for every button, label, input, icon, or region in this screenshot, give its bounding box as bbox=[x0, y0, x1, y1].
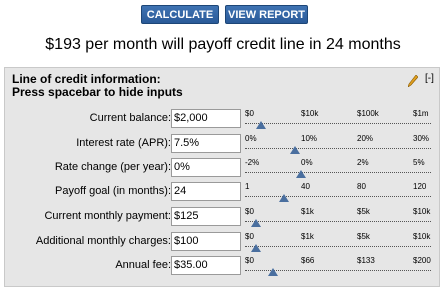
input-row: Interest rate (APR): 7.5% 0% 10% 20% 30% bbox=[5, 134, 441, 154]
slider-thumb[interactable] bbox=[251, 244, 261, 252]
field-input[interactable]: 0% bbox=[171, 158, 241, 177]
slider-thumb[interactable] bbox=[251, 219, 261, 227]
toolbar: CALCULATE VIEW REPORT bbox=[0, 5, 446, 25]
slider-tick-label: $5k bbox=[357, 232, 370, 241]
slider-tick-label: 20% bbox=[357, 134, 374, 143]
field-input[interactable]: 7.5% bbox=[171, 134, 241, 153]
slider-tick-label: $200 bbox=[413, 256, 431, 265]
slider-track[interactable] bbox=[245, 123, 431, 124]
slider-thumb[interactable] bbox=[268, 268, 278, 276]
slider-tick-label: $1m bbox=[413, 109, 429, 118]
field-input[interactable]: $35.00 bbox=[171, 256, 241, 275]
field-input[interactable]: $125 bbox=[171, 207, 241, 226]
slider-thumb[interactable] bbox=[256, 121, 266, 129]
slider-tick-label: 40 bbox=[301, 182, 310, 191]
value-slider[interactable]: $0 $66 $133 $200 bbox=[245, 256, 433, 276]
slider-tick-label: $5k bbox=[357, 207, 370, 216]
input-row: Current balance: $2,000 $0 $10k $100k $1m bbox=[5, 109, 441, 129]
field-label: Rate change (per year): bbox=[54, 161, 171, 173]
result-headline: $193 per month will payoff credit line i… bbox=[45, 36, 401, 53]
field-label: Payoff goal (in months): bbox=[55, 185, 171, 197]
field-input[interactable]: 24 bbox=[171, 182, 241, 201]
slider-tick-label: $10k bbox=[413, 207, 431, 216]
slider-tick-label: 0% bbox=[301, 158, 313, 167]
slider-tick-label: $10k bbox=[413, 232, 431, 241]
credit-line-panel: Line of credit information: Press spaceb… bbox=[4, 67, 440, 287]
slider-tick-label: $133 bbox=[357, 256, 375, 265]
slider-tick-label: $1k bbox=[301, 232, 314, 241]
field-label: Annual fee: bbox=[115, 259, 171, 271]
value-slider[interactable]: $0 $1k $5k $10k bbox=[245, 207, 433, 227]
field-input[interactable]: $100 bbox=[171, 232, 241, 251]
field-label: Current monthly payment: bbox=[44, 210, 171, 222]
input-row: Current monthly payment: $125 $0 $1k $5k $10k bbox=[5, 207, 441, 227]
value-slider[interactable]: $0 $1k $5k $10k bbox=[245, 232, 433, 252]
collapse-toggle[interactable]: [-] bbox=[425, 73, 434, 85]
value-slider[interactable]: $0 $10k $100k $1m bbox=[245, 109, 433, 129]
slider-tick-label: $1k bbox=[301, 207, 314, 216]
input-row: Annual fee: $35.00 $0 $66 $133 $200 bbox=[5, 256, 441, 276]
panel-title: Line of credit information: Press spaceb… bbox=[12, 73, 183, 99]
slider-tick-label: 30% bbox=[413, 134, 430, 143]
slider-tick-label: 0% bbox=[245, 134, 257, 143]
slider-thumb[interactable] bbox=[290, 146, 300, 154]
slider-tick-label: $10k bbox=[301, 109, 319, 118]
field-label: Current balance: bbox=[89, 112, 171, 124]
slider-thumb[interactable] bbox=[296, 170, 306, 178]
calculate-button[interactable]: CALCULATE bbox=[141, 5, 219, 24]
input-row: Payoff goal (in months): 24 1 40 80 120 bbox=[5, 182, 441, 202]
input-row: Rate change (per year): 0% -2% 0% 2% 5% bbox=[5, 158, 441, 178]
slider-track[interactable] bbox=[245, 196, 431, 197]
slider-tick-label: 10% bbox=[301, 134, 318, 143]
slider-tick-label: $0 bbox=[245, 232, 254, 241]
input-row: Additional monthly charges: $100 $0 $1k $5k $… bbox=[5, 232, 441, 252]
field-input[interactable]: $2,000 bbox=[171, 109, 241, 128]
slider-track[interactable] bbox=[245, 221, 431, 222]
slider-tick-label: 120 bbox=[413, 182, 427, 191]
panel-title-line-2: Press spacebar to hide inputs bbox=[12, 85, 183, 99]
slider-track[interactable] bbox=[245, 246, 431, 247]
value-slider[interactable]: 0% 10% 20% 30% bbox=[245, 134, 433, 154]
value-slider[interactable]: 1 40 80 120 bbox=[245, 182, 433, 202]
slider-tick-label: $100k bbox=[357, 109, 379, 118]
field-label: Additional monthly charges: bbox=[35, 235, 171, 247]
slider-track[interactable] bbox=[245, 172, 431, 173]
slider-track[interactable] bbox=[245, 148, 431, 149]
slider-tick-label: $0 bbox=[245, 207, 254, 216]
slider-tick-label: 80 bbox=[357, 182, 366, 191]
slider-tick-label: $0 bbox=[245, 256, 254, 265]
slider-tick-label: -2% bbox=[245, 158, 260, 167]
slider-thumb[interactable] bbox=[279, 194, 289, 202]
field-label: Interest rate (APR): bbox=[76, 137, 171, 149]
slider-tick-label: $66 bbox=[301, 256, 315, 265]
slider-tick-label: 1 bbox=[245, 182, 250, 191]
slider-tick-label: 2% bbox=[357, 158, 369, 167]
slider-tick-label: $0 bbox=[245, 109, 254, 118]
value-slider[interactable]: -2% 0% 2% 5% bbox=[245, 158, 433, 178]
slider-tick-label: 5% bbox=[413, 158, 425, 167]
view-report-button[interactable]: VIEW REPORT bbox=[225, 5, 308, 24]
pencil-icon[interactable] bbox=[408, 75, 418, 87]
